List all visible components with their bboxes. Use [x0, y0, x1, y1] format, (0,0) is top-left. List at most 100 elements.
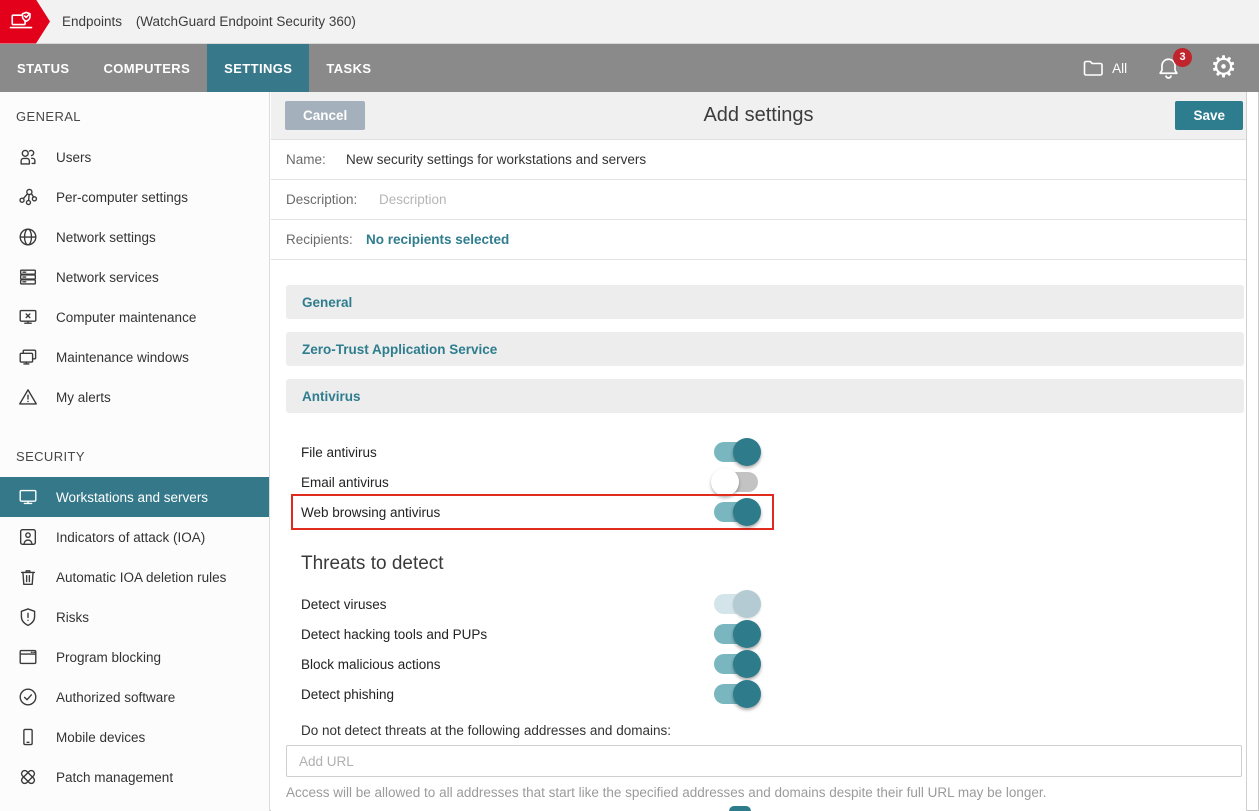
- product-name: Endpoints: [62, 14, 122, 29]
- sidebar-item-label: Program blocking: [56, 650, 161, 665]
- recipients-row: Recipients: No recipients selected: [271, 220, 1246, 260]
- tab-settings[interactable]: SETTINGS: [207, 44, 309, 92]
- sidebar-item-network-settings[interactable]: Network settings: [0, 217, 269, 257]
- sidebar-item-per-computer-settings[interactable]: Per-computer settings: [0, 177, 269, 217]
- sidebar-item-label: Workstations and servers: [56, 490, 208, 505]
- browser-window-icon: [16, 645, 40, 669]
- detect-hacking-tools-toggle[interactable]: [714, 624, 758, 644]
- toggle-knob: [733, 590, 761, 618]
- sidebar-item-label: Maintenance windows: [56, 350, 189, 365]
- email-antivirus-toggle[interactable]: [714, 472, 758, 492]
- users-icon: [16, 145, 40, 169]
- save-button[interactable]: Save: [1175, 101, 1243, 130]
- sidebar-item-automatic-ioa-deletion-rules[interactable]: Automatic IOA deletion rules: [0, 557, 269, 597]
- description-input[interactable]: [379, 192, 1246, 207]
- sidebar-item-label: Mobile devices: [56, 730, 145, 745]
- dual-monitors-icon: [16, 345, 40, 369]
- add-url-input[interactable]: [286, 745, 1242, 777]
- sidebar-item-network-services[interactable]: Network services: [0, 257, 269, 297]
- file-antivirus-label: File antivirus: [301, 445, 377, 460]
- sidebar-item-risks[interactable]: Risks: [0, 597, 269, 637]
- toggle-knob: [733, 438, 761, 466]
- web-browsing-antivirus-row: Web browsing antivirus: [271, 497, 1246, 527]
- group-filter-label: All: [1112, 61, 1127, 76]
- partially-visible-toggle: [729, 806, 751, 811]
- top-bar: Endpoints (WatchGuard Endpoint Security …: [0, 0, 1259, 44]
- sidebar-item-patch-management[interactable]: Patch management: [0, 757, 269, 797]
- name-input[interactable]: [346, 152, 1246, 167]
- email-antivirus-label: Email antivirus: [301, 475, 389, 490]
- sidebar-item-label: Patch management: [56, 770, 173, 785]
- tab-computers[interactable]: COMPUTERS: [86, 44, 207, 92]
- group-filter-button[interactable]: All: [1081, 56, 1127, 80]
- sidebar-item-label: Computer maintenance: [56, 310, 196, 325]
- sidebar-item-label: Per-computer settings: [56, 190, 188, 205]
- sidebar-item-program-blocking[interactable]: Program blocking: [0, 637, 269, 677]
- description-label: Description:: [286, 192, 379, 207]
- threats-heading: Threats to detect: [301, 553, 1246, 575]
- sidebar-item-label: Indicators of attack (IOA): [56, 530, 205, 545]
- name-row: Name:: [271, 140, 1246, 180]
- laptop-shield-icon: [7, 8, 35, 36]
- file-antivirus-row: File antivirus: [271, 437, 1246, 467]
- watchguard-logo: [0, 0, 50, 44]
- tab-tasks[interactable]: TASKS: [309, 44, 388, 92]
- sidebar-item-computer-maintenance[interactable]: Computer maintenance: [0, 297, 269, 337]
- check-circle-icon: [16, 685, 40, 709]
- network-nodes-icon: [16, 185, 40, 209]
- sidebar-item-maintenance-windows[interactable]: Maintenance windows: [0, 337, 269, 377]
- sidebar-item-label: Users: [56, 150, 91, 165]
- settings-gear-button[interactable]: ⚙: [1210, 53, 1237, 83]
- monitor-x-icon: [16, 305, 40, 329]
- description-row: Description:: [271, 180, 1246, 220]
- main-nav: STATUS COMPUTERS SETTINGS TASKS All 3 ⚙: [0, 44, 1259, 92]
- folder-icon: [1081, 56, 1105, 80]
- sidebar-item-indicators-of-attack[interactable]: Indicators of attack (IOA): [0, 517, 269, 557]
- sidebar-item-label: Network settings: [56, 230, 156, 245]
- name-label: Name:: [286, 152, 346, 167]
- toggle-knob: [733, 498, 761, 526]
- sidebar-item-label: Authorized software: [56, 690, 175, 705]
- sidebar-item-label: Network services: [56, 270, 159, 285]
- detect-phishing-row: Detect phishing: [271, 679, 1246, 709]
- email-antivirus-row: Email antivirus: [271, 467, 1246, 497]
- notifications-button[interactable]: 3: [1155, 55, 1182, 82]
- accordion-general[interactable]: General: [286, 285, 1244, 319]
- alert-triangle-icon: [16, 385, 40, 409]
- globe-icon: [16, 225, 40, 249]
- detect-viruses-toggle: [714, 594, 758, 614]
- settings-sidebar: GENERAL Users Per-computer settings Netw…: [0, 92, 270, 811]
- gear-icon: ⚙: [1210, 50, 1237, 85]
- page-title: Add settings: [271, 104, 1246, 127]
- sidebar-item-label: My alerts: [56, 390, 111, 405]
- sidebar-item-users[interactable]: Users: [0, 137, 269, 177]
- web-browsing-antivirus-toggle[interactable]: [714, 502, 758, 522]
- recipients-label: Recipients:: [286, 232, 366, 247]
- sidebar-item-my-alerts[interactable]: My alerts: [0, 377, 269, 417]
- sidebar-item-workstations-and-servers[interactable]: Workstations and servers: [0, 477, 269, 517]
- detect-phishing-toggle[interactable]: [714, 684, 758, 704]
- phone-icon: [16, 725, 40, 749]
- app-window: Endpoints (WatchGuard Endpoint Security …: [0, 0, 1259, 811]
- web-browsing-antivirus-label: Web browsing antivirus: [301, 505, 440, 520]
- detect-hacking-tools-row: Detect hacking tools and PUPs: [271, 619, 1246, 649]
- antivirus-toggle-list: File antivirus Email antivirus Web brows…: [271, 437, 1246, 527]
- file-antivirus-toggle[interactable]: [714, 442, 758, 462]
- recipients-link[interactable]: No recipients selected: [366, 232, 509, 247]
- sidebar-item-authorized-software[interactable]: Authorized software: [0, 677, 269, 717]
- accordion-zero-trust[interactable]: Zero-Trust Application Service: [286, 332, 1244, 366]
- sidebar-item-label: Risks: [56, 610, 89, 625]
- tab-status[interactable]: STATUS: [0, 44, 86, 92]
- accordion-list: General Zero-Trust Application Service A…: [271, 285, 1246, 413]
- sidebar-item-mobile-devices[interactable]: Mobile devices: [0, 717, 269, 757]
- sidebar-item-label: Automatic IOA deletion rules: [56, 570, 226, 585]
- cancel-button[interactable]: Cancel: [285, 101, 365, 130]
- block-malicious-actions-toggle[interactable]: [714, 654, 758, 674]
- accordion-antivirus[interactable]: Antivirus: [286, 379, 1244, 413]
- toggle-knob: [733, 650, 761, 678]
- form-header: Add settings Cancel Save: [271, 92, 1246, 140]
- bandage-icon: [16, 765, 40, 789]
- block-malicious-actions-row: Block malicious actions: [271, 649, 1246, 679]
- shield-alert-icon: [16, 605, 40, 629]
- detect-viruses-label: Detect viruses: [301, 597, 387, 612]
